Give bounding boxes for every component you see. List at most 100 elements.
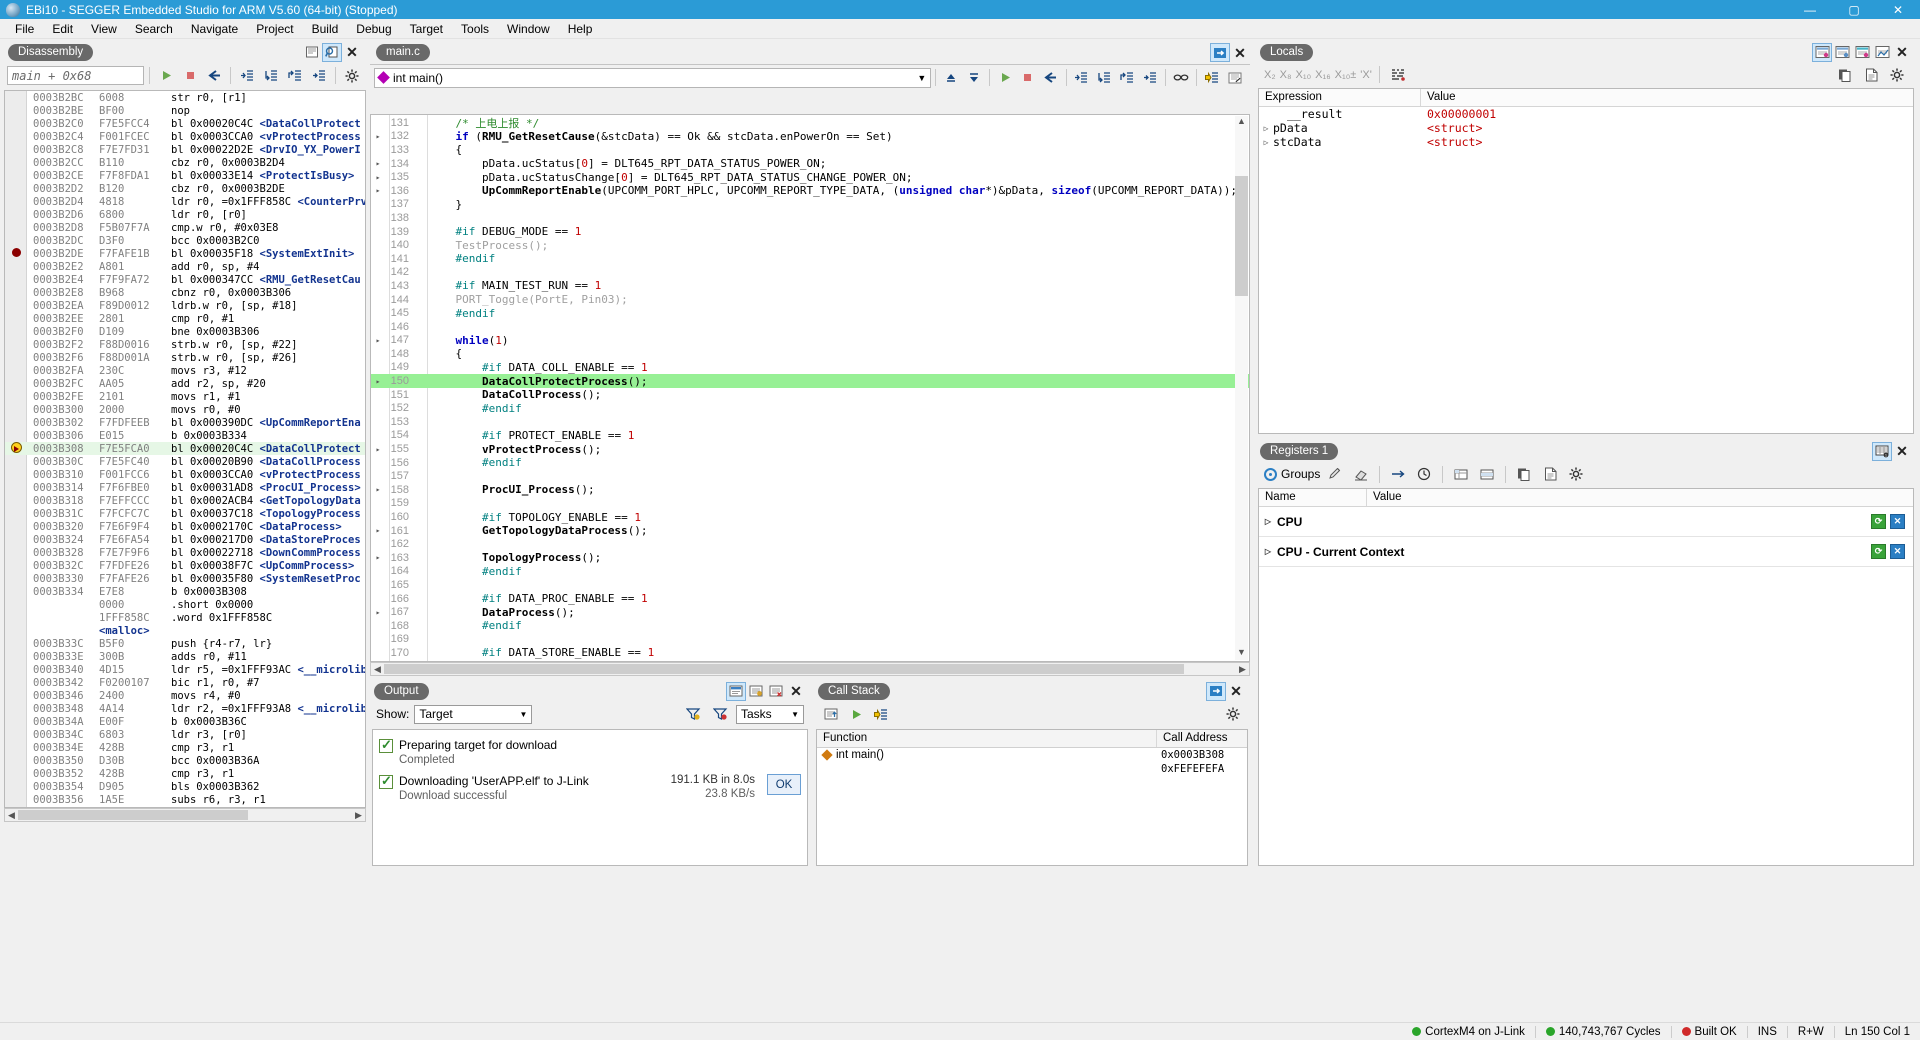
disassembly-row[interactable]: 0003B2FE 2101 movs r1, #1 <box>5 390 365 403</box>
scroll-left-icon[interactable]: ◀ <box>5 810 18 821</box>
disassembly-row[interactable]: 0003B2C8 F7E7FD31 bl 0x00022D2E <DrvIO_YX_… <box>5 143 365 156</box>
code-line[interactable]: 133 { <box>371 143 1249 157</box>
set-next-statement-icon[interactable] <box>1201 67 1223 88</box>
code-line[interactable]: 165 <box>371 578 1249 592</box>
disassembly-row[interactable]: 1FFF858C .word 0x1FFF858C <box>5 611 365 624</box>
code-line[interactable]: 154 #if PROTECT_ENABLE == 1 <box>371 429 1249 443</box>
code-line[interactable]: 168 #endif <box>371 619 1249 633</box>
output-ok-button[interactable]: OK <box>767 774 801 795</box>
callstack-col-address[interactable]: Call Address <box>1157 730 1245 747</box>
disassembly-row[interactable]: 0003B33C B5F0 push {r4-r7, lr} <box>5 637 365 650</box>
threads-icon[interactable] <box>1872 43 1892 62</box>
disassembly-address-input[interactable]: main + 0x68 <box>7 66 144 85</box>
fold-marker-icon[interactable]: ▸ <box>371 608 385 617</box>
refresh-icon[interactable] <box>302 43 322 62</box>
disassembly-row[interactable]: 0003B2D6 6800 ldr r0, [r0] <box>5 208 365 221</box>
status-ins[interactable]: INS <box>1748 1026 1787 1038</box>
editor-vscrollbar[interactable]: ▲ ▼ <box>1235 116 1248 660</box>
goto-icon[interactable] <box>870 704 892 725</box>
pin-icon[interactable] <box>1206 681 1226 701</box>
register-refresh-icon[interactable]: ⟳ <box>1871 544 1886 559</box>
disassembly-row[interactable]: <malloc> <box>5 624 365 637</box>
disassembly-row[interactable]: 0003B2EE 2801 cmp r0, #1 <box>5 312 365 325</box>
code-line[interactable]: 166 #if DATA_PROC_ENABLE == 1 <box>371 592 1249 606</box>
callstack-col-function[interactable]: Function <box>817 730 1157 747</box>
menu-window[interactable]: Window <box>498 20 559 38</box>
radix-2-button[interactable]: X₂ <box>1264 69 1276 81</box>
disassembly-row[interactable]: 0003B306 E015 b 0x0003B334 <box>5 429 365 442</box>
code-line[interactable]: 142 <box>371 266 1249 280</box>
code-line[interactable]: 146 <box>371 320 1249 334</box>
fold-marker-icon[interactable]: ▸ <box>371 377 385 386</box>
disassembly-row[interactable]: 0003B2EA F89D0012 ldrb.w r0, [sp, #18] <box>5 299 365 312</box>
breakpoint-icon[interactable] <box>11 247 21 257</box>
disassembly-row[interactable]: 0003B340 4D15 ldr r5, =0x1FFF93AC <__micro… <box>5 663 365 676</box>
output-item[interactable]: Preparing target for download Completed <box>373 734 807 770</box>
disassembly-row[interactable]: 0003B334 E7E8 b 0x0003B308 <box>5 585 365 598</box>
menu-debug[interactable]: Debug <box>347 20 400 38</box>
code-line[interactable]: ▸ 147 while(1) <box>371 334 1249 348</box>
locals-row[interactable]: ▷ pData <struct> <box>1259 121 1913 135</box>
scroll-right-icon[interactable]: ▶ <box>1236 664 1249 675</box>
binary-icon[interactable] <box>1387 64 1409 85</box>
code-line[interactable]: 160 #if TOPOLOGY_ENABLE == 1 <box>371 510 1249 524</box>
menu-edit[interactable]: Edit <box>43 20 82 38</box>
run-icon[interactable] <box>994 67 1016 88</box>
status-build[interactable]: Built OK <box>1672 1026 1747 1038</box>
disassembly-row[interactable]: 0003B2DE F7FAFE1B bl 0x00035F18 <SystemExt… <box>5 247 365 260</box>
disassembly-row[interactable]: 0003B34C 6803 ldr r3, [r0] <box>5 728 365 741</box>
disassembly-row[interactable]: 0003B2C0 F7E5FCC4 bl 0x00020C4C <DataCollP… <box>5 117 365 130</box>
disassembly-row[interactable]: 0003B314 F7F6FBE0 bl 0x00031AD8 <ProcUI_Pr… <box>5 481 365 494</box>
scroll-down-icon[interactable]: ▼ <box>1235 647 1248 660</box>
up-icon[interactable] <box>820 704 842 725</box>
code-line[interactable]: ▸ 134 pData.ucStatus[0] = DLT645_RPT_DATA… <box>371 157 1249 171</box>
code-line[interactable]: 131 /* 上电上报 */ <box>371 116 1249 130</box>
close-icon[interactable]: ✕ <box>1226 683 1246 700</box>
code-line[interactable]: 162 <box>371 537 1249 551</box>
callstack-table[interactable]: Function Call Address int main() 0x0003B3… <box>816 729 1248 866</box>
registers-icon[interactable]: 1 <box>1872 441 1892 461</box>
disassembly-row[interactable]: 0003B308 F7E5FCA0 bl 0x00020C4C <DataCollP… <box>5 441 365 455</box>
run-to-cursor-icon[interactable] <box>308 65 330 86</box>
disassembly-row[interactable]: 0003B2F6 F88D001A strb.w r0, [sp, #26] <box>5 351 365 364</box>
disassembly-row[interactable]: 0000 .short 0x0000 <box>5 598 365 611</box>
arrow-right-icon[interactable] <box>1387 464 1409 485</box>
menu-view[interactable]: View <box>82 20 126 38</box>
code-line[interactable]: 145 #endif <box>371 306 1249 320</box>
clear-icon[interactable] <box>766 682 786 701</box>
code-line[interactable]: 153 <box>371 415 1249 429</box>
scroll-up-icon[interactable]: ▲ <box>1235 116 1248 129</box>
code-line[interactable]: ▸ 158 ProcUI_Process(); <box>371 483 1249 497</box>
split-icon[interactable] <box>1210 43 1230 62</box>
menu-tools[interactable]: Tools <box>452 20 498 38</box>
callstack-row[interactable]: int main() 0x0003B308 <box>817 748 1247 762</box>
editor-hscrollbar[interactable]: ◀ ▶ <box>370 662 1250 676</box>
disassembly-row[interactable]: 0003B330 F7FAFE26 bl 0x00035F80 <SystemRes… <box>5 572 365 585</box>
maximize-button[interactable]: ▢ <box>1832 0 1876 19</box>
menu-search[interactable]: Search <box>126 20 182 38</box>
stop-icon[interactable] <box>179 65 201 86</box>
menu-help[interactable]: Help <box>559 20 602 38</box>
disassembly-row[interactable]: 0003B2CC B110 cbz r0, 0x0003B2D4 <box>5 156 365 169</box>
registers-col-name[interactable]: Name <box>1259 489 1367 506</box>
export-icon[interactable] <box>1860 64 1882 85</box>
disassembly-row[interactable]: 0003B31C F7FCFC7C bl 0x00037C18 <TopologyP… <box>5 507 365 520</box>
disassembly-row[interactable]: 0003B2FA 230C movs r3, #12 <box>5 364 365 377</box>
register-refresh-icon[interactable]: ⟳ <box>1871 514 1886 529</box>
close-button[interactable]: ✕ <box>1876 0 1920 19</box>
status-rw[interactable]: R+W <box>1788 1026 1834 1038</box>
disassembly-row[interactable]: 0003B324 F7E6FA54 bl 0x000217D0 <DataStore… <box>5 533 365 546</box>
disassembly-row[interactable]: 0003B34E 428B cmp r3, r1 <box>5 741 365 754</box>
globals-icon[interactable] <box>1832 43 1852 62</box>
locals-col-value[interactable]: Value <box>1421 89 1913 106</box>
scroll-right-icon[interactable]: ▶ <box>352 810 365 821</box>
disassembly-row[interactable]: 0003B352 428B cmp r3, r1 <box>5 767 365 780</box>
menu-build[interactable]: Build <box>303 20 348 38</box>
locals-table[interactable]: Expression Value __result 0x00000001 ▷ pDat… <box>1258 88 1914 434</box>
settings-icon[interactable] <box>1565 464 1587 485</box>
fold-marker-icon[interactable]: ▸ <box>371 159 385 168</box>
code-line[interactable]: 149 #if DATA_COLL_ENABLE == 1 <box>371 361 1249 375</box>
code-line[interactable]: ▸ 163 TopologyProcess(); <box>371 551 1249 565</box>
code-line[interactable]: 138 <box>371 211 1249 225</box>
pencil-icon[interactable] <box>1324 464 1346 485</box>
